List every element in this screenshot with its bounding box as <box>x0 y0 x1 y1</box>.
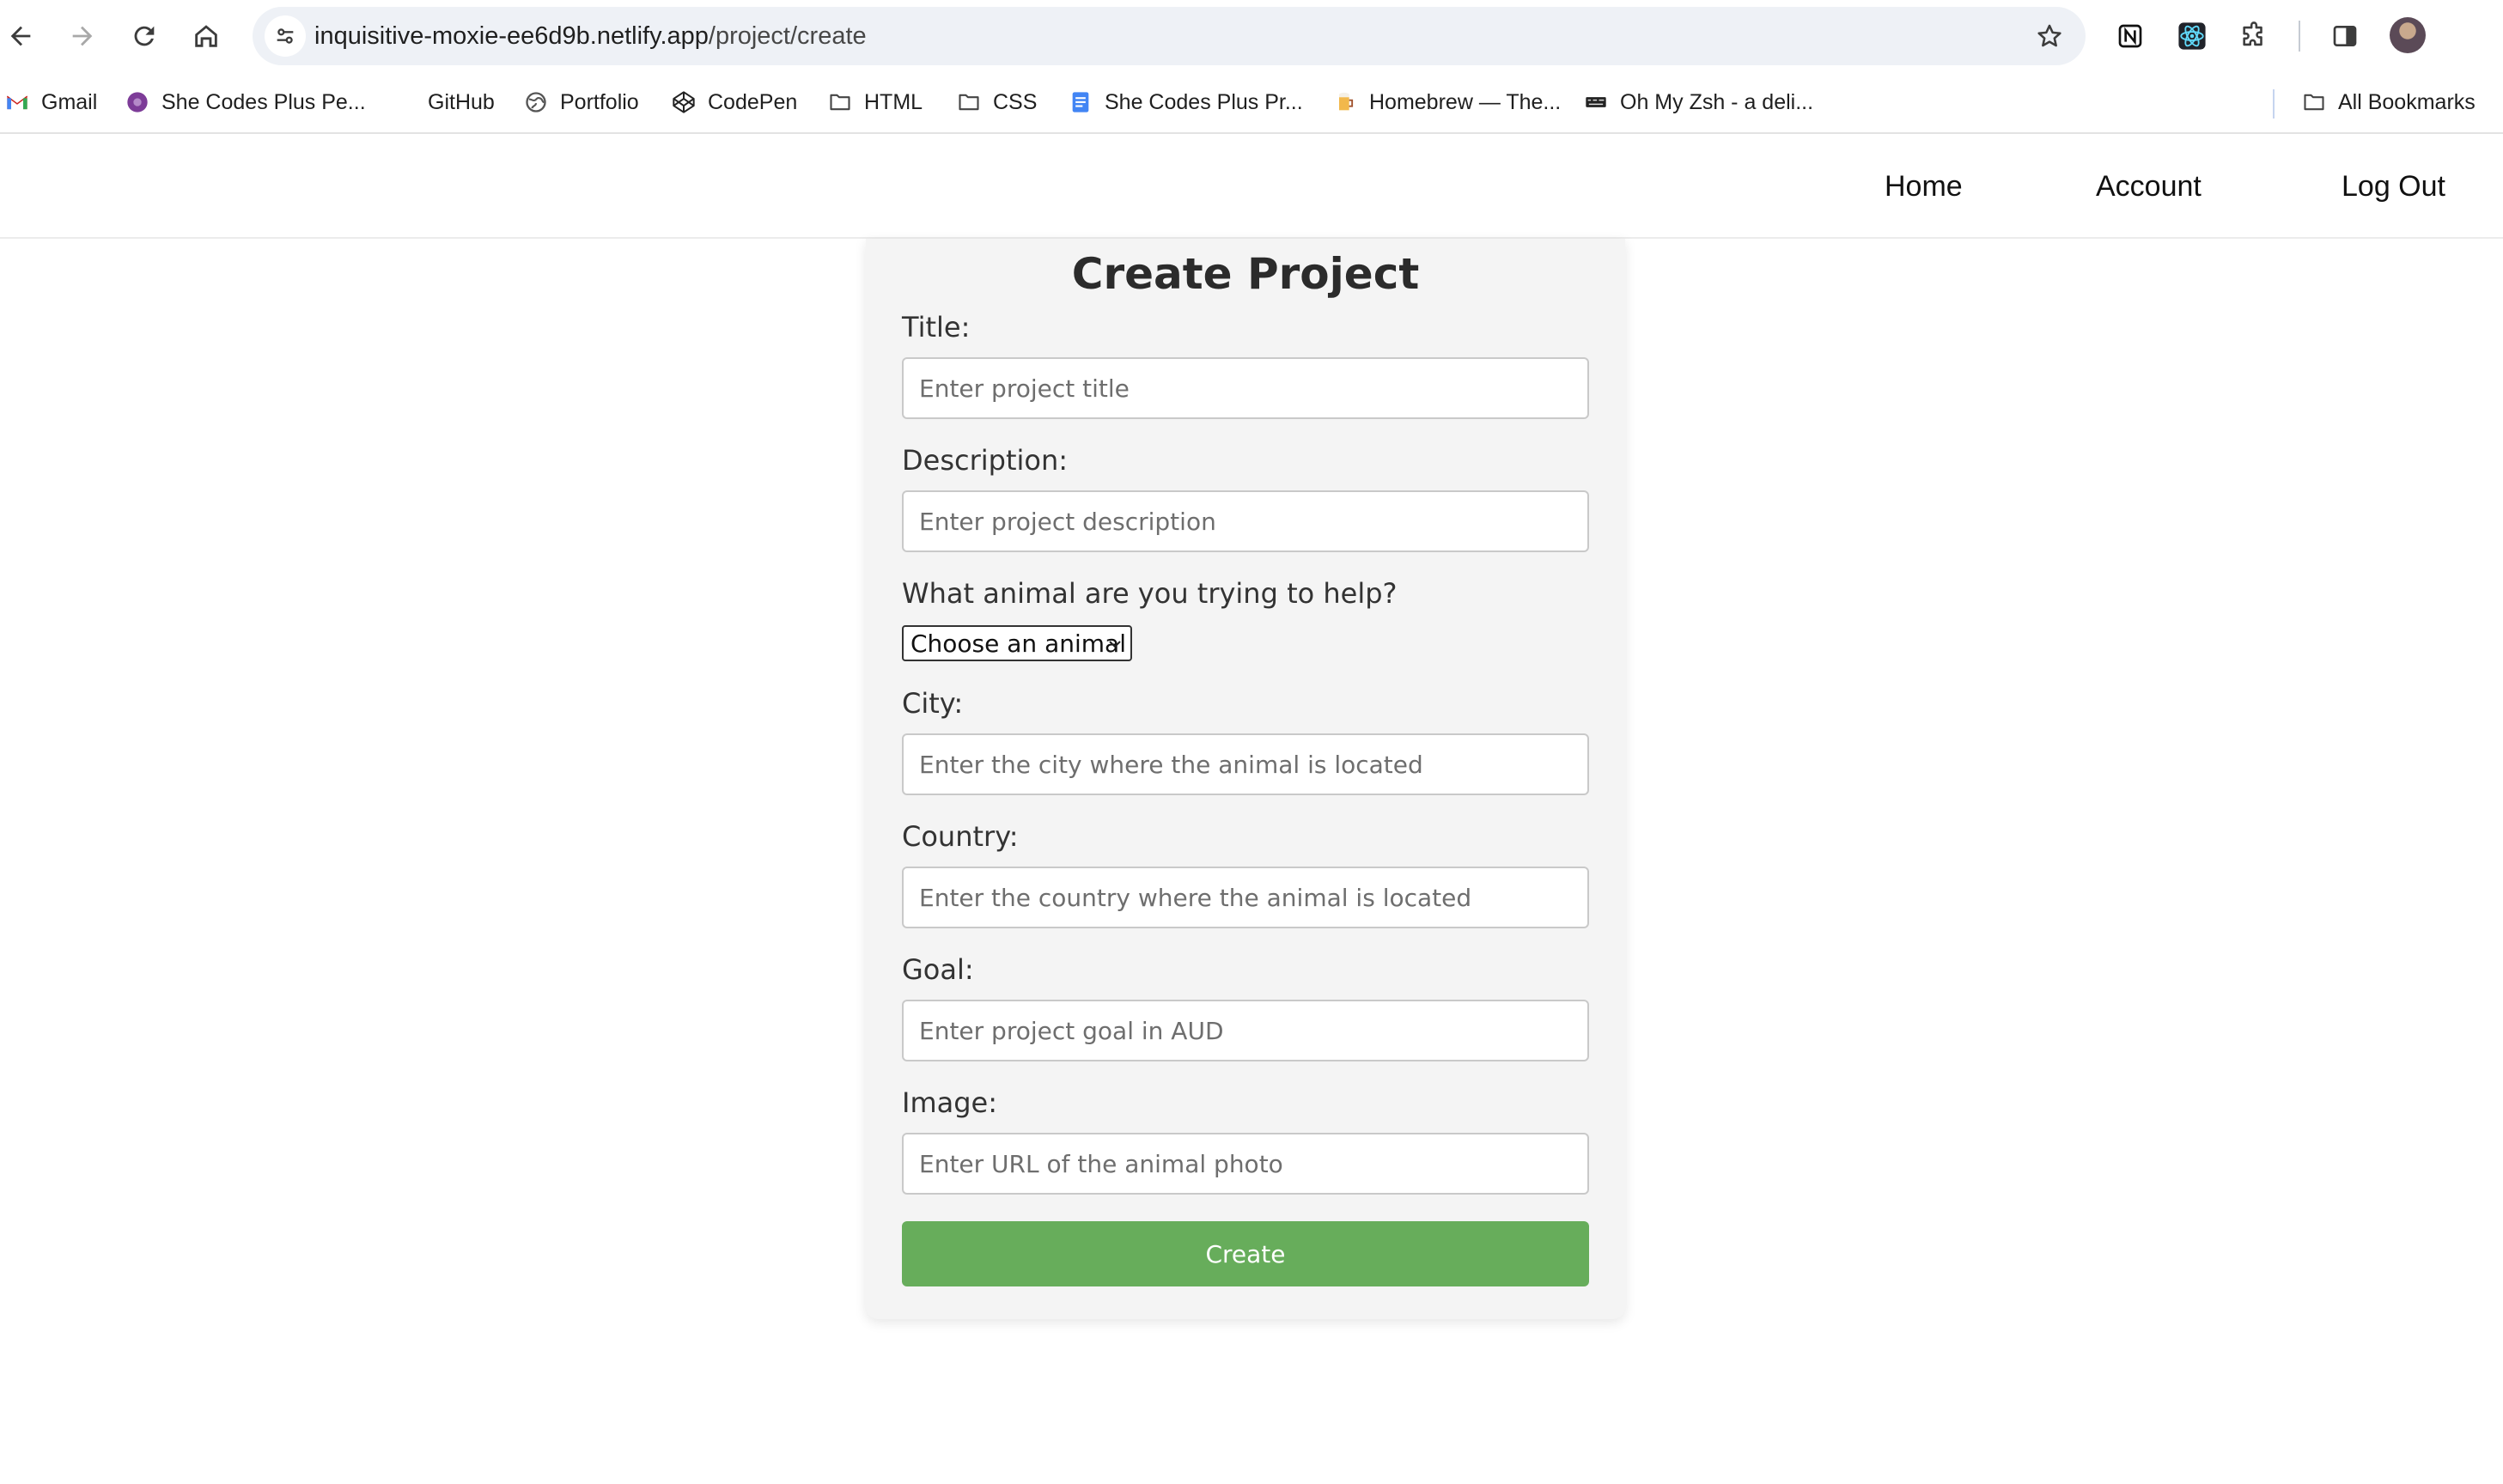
notion-icon <box>2118 24 2142 48</box>
bookmark-label: Oh My Zsh - a deli... <box>1620 89 1814 114</box>
bookmark-label: Portfolio <box>560 89 639 114</box>
she-codes-icon <box>125 90 149 114</box>
docs-icon <box>1069 90 1093 114</box>
toolbar-divider <box>2299 21 2300 52</box>
image-label: Image: <box>902 1086 997 1119</box>
description-label: Description: <box>902 444 1069 477</box>
back-button[interactable] <box>0 15 41 57</box>
city-label: City: <box>902 687 964 720</box>
arrow-left-icon <box>10 26 31 46</box>
image-url-input[interactable] <box>902 1133 1589 1195</box>
react-devtools-button[interactable] <box>2171 15 2213 57</box>
bookmark-folder-css[interactable]: CSS <box>957 72 1037 132</box>
chevron-down-icon <box>1109 641 1121 648</box>
bookmark-she-codes-pe[interactable]: She Codes Plus Pe... <box>125 72 366 132</box>
create-button[interactable]: Create <box>902 1221 1589 1286</box>
site-header-nav: Home Account Log Out <box>0 134 2503 239</box>
create-project-form: Create Project Title: Description: What … <box>866 239 1625 1319</box>
goal-label: Goal: <box>902 953 974 986</box>
url-host: inquisitive-moxie-ee6d9b.netlify.app <box>314 22 709 50</box>
bookmarks-divider <box>2273 89 2275 119</box>
side-panel-button[interactable] <box>2324 15 2366 57</box>
bookmark-gmail[interactable]: Gmail <box>5 72 97 132</box>
arrow-right-icon <box>72 26 93 46</box>
animal-select-value: Choose an animal <box>910 629 1126 658</box>
bookmark-label: CodePen <box>708 89 798 114</box>
goal-input[interactable] <box>902 1000 1589 1061</box>
globe-icon <box>524 90 548 114</box>
bookmark-she-codes-pr[interactable]: She Codes Plus Pr... <box>1069 72 1303 132</box>
bookmark-label: HTML <box>864 89 923 114</box>
title-input[interactable] <box>902 357 1589 419</box>
bookmark-label: She Codes Plus Pr... <box>1105 89 1303 114</box>
site-info-button[interactable] <box>265 15 306 57</box>
extensions-button[interactable] <box>2233 15 2275 57</box>
codepen-icon <box>672 90 696 114</box>
country-input[interactable] <box>902 867 1589 928</box>
animal-label: What animal are you trying to help? <box>902 577 1398 610</box>
side-panel-icon <box>2333 26 2357 46</box>
browser-toolbar: inquisitive-moxie-ee6d9b.netlify.app/pro… <box>0 0 2503 72</box>
react-icon <box>2178 22 2206 50</box>
all-bookmarks-button[interactable]: All Bookmarks <box>2302 72 2476 132</box>
home-icon <box>195 25 217 47</box>
page-title: Create Project <box>1071 249 1420 299</box>
reload-button[interactable] <box>124 15 165 57</box>
bookmark-homebrew[interactable]: Homebrew — The... <box>1333 72 1561 132</box>
notion-extension-button[interactable] <box>2110 15 2151 57</box>
homebrew-icon <box>1333 90 1357 114</box>
bookmark-label: Gmail <box>41 89 98 114</box>
title-label: Title: <box>902 311 971 344</box>
bookmark-ohmyzsh[interactable]: Oh My Zsh - a deli... <box>1584 72 1813 132</box>
folder-icon <box>2302 90 2326 114</box>
bookmark-label: She Codes Plus Pe... <box>161 89 366 114</box>
animal-select[interactable]: Choose an animal <box>902 625 1132 661</box>
url-text[interactable]: inquisitive-moxie-ee6d9b.netlify.app/pro… <box>314 7 867 65</box>
bookmark-folder-html[interactable]: HTML <box>828 72 923 132</box>
bookmark-portfolio[interactable]: Portfolio <box>524 72 639 132</box>
home-button[interactable] <box>186 15 227 57</box>
puzzle-icon <box>2243 21 2262 46</box>
github-icon <box>392 90 416 114</box>
forward-button[interactable] <box>62 15 103 57</box>
nav-account-link[interactable]: Account <box>2096 134 2202 239</box>
city-input[interactable] <box>902 733 1589 795</box>
reload-icon <box>134 26 155 46</box>
profile-avatar[interactable] <box>2390 17 2426 53</box>
all-bookmarks-label: All Bookmarks <box>2338 89 2476 114</box>
folder-icon <box>828 90 852 114</box>
tune-icon <box>277 28 294 44</box>
star-icon <box>2037 24 2061 47</box>
bookmark-star-button[interactable] <box>2032 19 2067 53</box>
country-label: Country: <box>902 820 1019 853</box>
folder-icon <box>957 90 981 114</box>
ohmyzsh-icon <box>1584 90 1608 114</box>
bookmark-codepen[interactable]: CodePen <box>672 72 797 132</box>
bookmark-label: CSS <box>993 89 1038 114</box>
url-path: /project/create <box>708 22 867 50</box>
bookmark-github[interactable]: GitHub <box>392 72 495 132</box>
nav-logout-link[interactable]: Log Out <box>2342 134 2445 239</box>
gmail-icon <box>5 90 29 114</box>
description-input[interactable] <box>902 490 1589 552</box>
bookmark-label: Homebrew — The... <box>1369 89 1562 114</box>
bookmarks-bar: Gmail She Codes Plus Pe... GitHub Portfo… <box>0 72 2503 134</box>
address-bar[interactable]: inquisitive-moxie-ee6d9b.netlify.app/pro… <box>253 7 2086 65</box>
bookmark-label: GitHub <box>428 89 495 114</box>
nav-home-link[interactable]: Home <box>1885 134 1963 239</box>
